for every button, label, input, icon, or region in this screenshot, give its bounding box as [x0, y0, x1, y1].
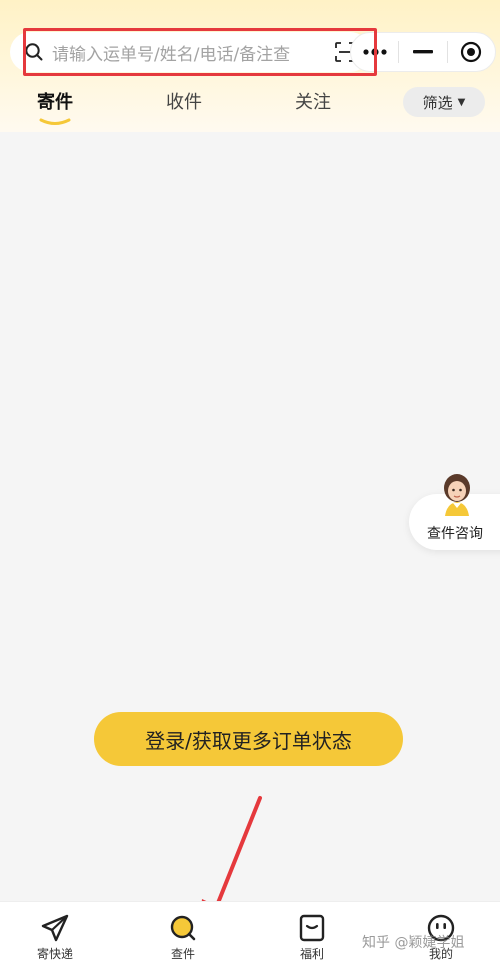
paper-plane-icon: [41, 914, 69, 942]
tabbar-label: 我的: [428, 947, 453, 961]
close-button[interactable]: [448, 33, 495, 71]
filter-button[interactable]: 筛选 ▼: [403, 87, 485, 117]
support-label: 查件咨询: [427, 526, 483, 542]
face-icon: [427, 914, 455, 942]
tabbar-label: 福利: [299, 947, 324, 961]
mini-program-capsule: [350, 32, 496, 72]
tabbar-label: 寄快递: [36, 947, 73, 961]
search-bar[interactable]: 请输入运单号/姓名/电话/备注查: [10, 32, 370, 72]
gift-bag-icon: [299, 914, 325, 942]
minimize-icon: [412, 50, 433, 54]
tabbar-label: 查件: [170, 947, 195, 961]
support-float-button[interactable]: 查件咨询: [409, 472, 500, 550]
tabbar-item-benefits[interactable]: 福利: [272, 902, 352, 965]
tabbar-item-send[interactable]: 寄快递: [15, 902, 95, 965]
search-icon: [25, 43, 43, 61]
tab-follow[interactable]: 关注: [273, 88, 353, 114]
caret-down-icon: ▼: [457, 96, 466, 108]
login-button[interactable]: 登录/获取更多订单状态: [94, 712, 403, 766]
search-input[interactable]: 请输入运单号/姓名/电话/备注查: [52, 40, 322, 65]
filter-label: 筛选: [422, 93, 453, 112]
active-tab-indicator: [39, 118, 71, 125]
tabbar-item-mine[interactable]: 我的: [401, 902, 481, 965]
more-button[interactable]: [351, 33, 398, 71]
assistant-avatar-icon: [444, 474, 470, 516]
search-icon: [170, 915, 196, 941]
target-icon: [461, 41, 482, 63]
tabbar-item-track[interactable]: 查件: [143, 902, 223, 965]
tab-receive[interactable]: 收件: [144, 88, 224, 114]
tab-send[interactable]: 寄件: [15, 88, 95, 114]
minimize-button[interactable]: [399, 33, 446, 71]
more-icon: [363, 48, 387, 56]
bottom-tab-bar: 寄快递 查件 福利 我的: [0, 901, 500, 965]
